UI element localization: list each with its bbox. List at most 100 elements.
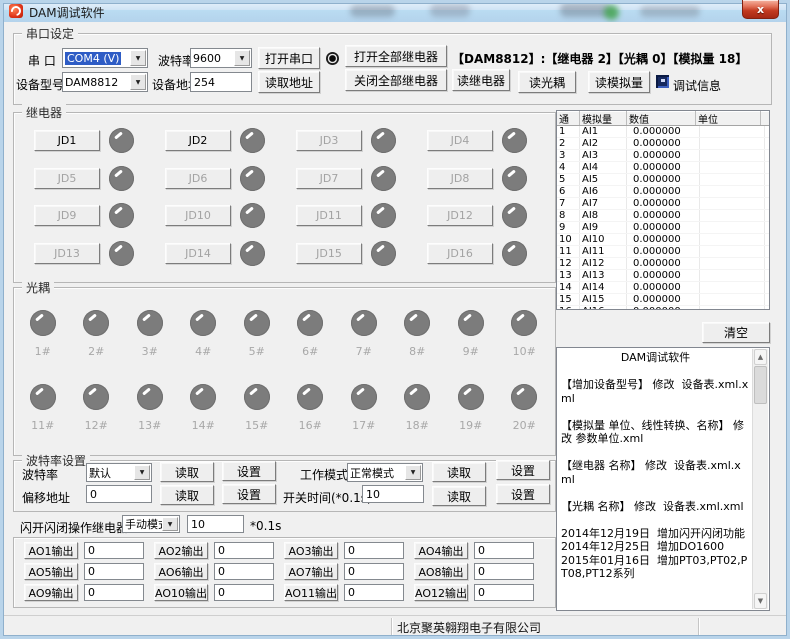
analog-table-row[interactable]: 14 AI14 0.000000 — [557, 282, 769, 294]
scroll-down-icon[interactable]: ▼ — [754, 593, 767, 609]
clear-button[interactable]: 清空 — [702, 322, 770, 343]
ao-output-input[interactable]: 0 — [474, 584, 534, 601]
chevron-down-icon[interactable]: ▼ — [130, 50, 146, 66]
switchtime-read-button[interactable]: 读取 — [432, 486, 486, 506]
ao-output-button[interactable]: AO6输出 — [154, 563, 208, 580]
read-relay-button[interactable]: 读继电器 — [452, 69, 510, 91]
analog-table-row[interactable]: 15 AI15 0.000000 — [557, 294, 769, 306]
log-scrollbar[interactable]: ▲ ▼ — [752, 349, 768, 609]
cell-unit — [700, 234, 765, 245]
chevron-down-icon[interactable]: ▼ — [134, 465, 150, 480]
ao-output-input[interactable]: 0 — [344, 584, 404, 601]
ao-output-button[interactable]: AO3输出 — [284, 542, 338, 559]
analog-table-row[interactable]: 1 AI1 0.000000 — [557, 126, 769, 138]
ao-output-input[interactable]: 0 — [84, 584, 144, 601]
ao-output-button[interactable]: AO1输出 — [24, 542, 78, 559]
relay-button[interactable]: JD1 — [34, 130, 100, 151]
relay-button[interactable]: JD10 — [165, 205, 231, 226]
ao-output-input[interactable]: 0 — [474, 563, 534, 580]
ao-output-input[interactable]: 0 — [214, 584, 274, 601]
analog-table-row[interactable]: 12 AI12 0.000000 — [557, 258, 769, 270]
open-serial-button[interactable]: 打开串口 — [258, 47, 320, 69]
relay-button[interactable]: JD14 — [165, 243, 231, 264]
scrollbar-thumb[interactable] — [754, 366, 767, 404]
ao-output-input[interactable]: 0 — [214, 563, 274, 580]
relay-button[interactable]: JD16 — [427, 243, 493, 264]
analog-table-row[interactable]: 6 AI6 0.000000 — [557, 186, 769, 198]
relay-button[interactable]: JD2 — [165, 130, 231, 151]
ao-output-input[interactable]: 0 — [214, 542, 274, 559]
analog-table-header: 通 模拟量 数值 单位 — [557, 111, 769, 126]
analog-table-row[interactable]: 3 AI3 0.000000 — [557, 150, 769, 162]
flash-mode-combobox[interactable]: 手动模式 ▼ — [122, 515, 180, 533]
relay-button[interactable]: JD3 — [296, 130, 362, 151]
offset-set-button[interactable]: 设置 — [222, 484, 276, 504]
workmode-combobox[interactable]: 正常模式 ▼ — [347, 463, 423, 482]
analog-table-row[interactable]: 7 AI7 0.000000 — [557, 198, 769, 210]
scroll-up-icon[interactable]: ▲ — [754, 349, 767, 365]
ao-output-button[interactable]: AO8输出 — [414, 563, 468, 580]
relay-button[interactable]: JD13 — [34, 243, 100, 264]
workmode-set-button[interactable]: 设置 — [496, 460, 550, 480]
baudrate-set-button[interactable]: 设置 — [222, 461, 276, 481]
read-opto-button[interactable]: 读光耦 — [518, 71, 576, 93]
relay-button[interactable]: JD7 — [296, 168, 362, 189]
open-all-relays-button[interactable]: 打开全部继电器 — [345, 45, 447, 67]
log-panel[interactable]: DAM调试软件 【增加设备型号】 修改 设备表.xml.xml【模拟量 单位、线… — [556, 347, 770, 611]
baudrate-combobox[interactable]: 默认 ▼ — [86, 463, 152, 482]
cell-filler — [765, 294, 770, 305]
chevron-down-icon[interactable]: ▼ — [130, 74, 146, 90]
read-analog-button[interactable]: 读模拟量 — [588, 71, 650, 93]
ao-output-button[interactable]: AO5输出 — [24, 563, 78, 580]
analog-table-row[interactable]: 11 AI11 0.000000 — [557, 246, 769, 258]
relay-button[interactable]: JD12 — [427, 205, 493, 226]
offset-read-button[interactable]: 读取 — [160, 485, 214, 505]
ao-output-button[interactable]: AO2输出 — [154, 542, 208, 559]
relay-button[interactable]: JD8 — [427, 168, 493, 189]
baud-label: 波特率 — [158, 52, 194, 69]
device-addr-input[interactable]: 254 — [190, 72, 252, 92]
analog-table-row[interactable]: 5 AI5 0.000000 — [557, 174, 769, 186]
offset-addr-input[interactable]: 0 — [86, 485, 152, 503]
device-model-combobox[interactable]: DAM8812 ▼ — [62, 72, 148, 92]
relay-button[interactable]: JD4 — [427, 130, 493, 151]
ao-output-input[interactable]: 0 — [344, 563, 404, 580]
ao-output-input[interactable]: 0 — [84, 563, 144, 580]
relay-button[interactable]: JD5 — [34, 168, 100, 189]
ao-output-button[interactable]: AO9输出 — [24, 584, 78, 601]
relay-button[interactable]: JD6 — [165, 168, 231, 189]
read-addr-button[interactable]: 读取地址 — [258, 71, 320, 93]
flash-time-input[interactable]: 10 — [187, 515, 244, 533]
ao-output-input[interactable]: 0 — [474, 542, 534, 559]
analog-table-row[interactable]: 4 AI4 0.000000 — [557, 162, 769, 174]
baudrate-read-button[interactable]: 读取 — [160, 462, 214, 482]
baud-combobox[interactable]: 9600 ▼ — [190, 48, 252, 68]
cell-channel: 16 — [557, 306, 580, 310]
close-button[interactable]: x — [742, 0, 779, 19]
chevron-down-icon[interactable]: ▼ — [405, 465, 421, 480]
ao-output-button[interactable]: AO4输出 — [414, 542, 468, 559]
analog-table-row[interactable]: 8 AI8 0.000000 — [557, 210, 769, 222]
ao-output-input[interactable]: 0 — [84, 542, 144, 559]
port-combobox[interactable]: COM4 (V) ▼ — [62, 48, 148, 68]
switchtime-set-button[interactable]: 设置 — [496, 484, 550, 504]
analog-table-row[interactable]: 13 AI13 0.000000 — [557, 270, 769, 282]
relay-button[interactable]: JD15 — [296, 243, 362, 264]
ao-output-button[interactable]: AO11输出 — [284, 584, 338, 601]
chevron-down-icon[interactable]: ▼ — [162, 517, 178, 531]
analog-table-row[interactable]: 2 AI2 0.000000 — [557, 138, 769, 150]
workmode-read-button[interactable]: 读取 — [432, 462, 486, 482]
analog-table-row[interactable]: 9 AI9 0.000000 — [557, 222, 769, 234]
ao-output-button[interactable]: AO10输出 — [154, 584, 208, 601]
relay-button[interactable]: JD9 — [34, 205, 100, 226]
switchtime-input[interactable]: 10 — [362, 485, 424, 503]
ao-output-input[interactable]: 0 — [344, 542, 404, 559]
analog-table-row[interactable]: 10 AI10 0.000000 — [557, 234, 769, 246]
ao-output-button[interactable]: AO7输出 — [284, 563, 338, 580]
close-all-relays-button[interactable]: 关闭全部继电器 — [345, 69, 447, 91]
chevron-down-icon[interactable]: ▼ — [234, 50, 250, 66]
analog-table-row[interactable]: 16 AI16 0.000000 — [557, 306, 769, 310]
debug-info-icon[interactable] — [656, 75, 669, 88]
ao-output-button[interactable]: AO12输出 — [414, 584, 468, 601]
relay-button[interactable]: JD11 — [296, 205, 362, 226]
